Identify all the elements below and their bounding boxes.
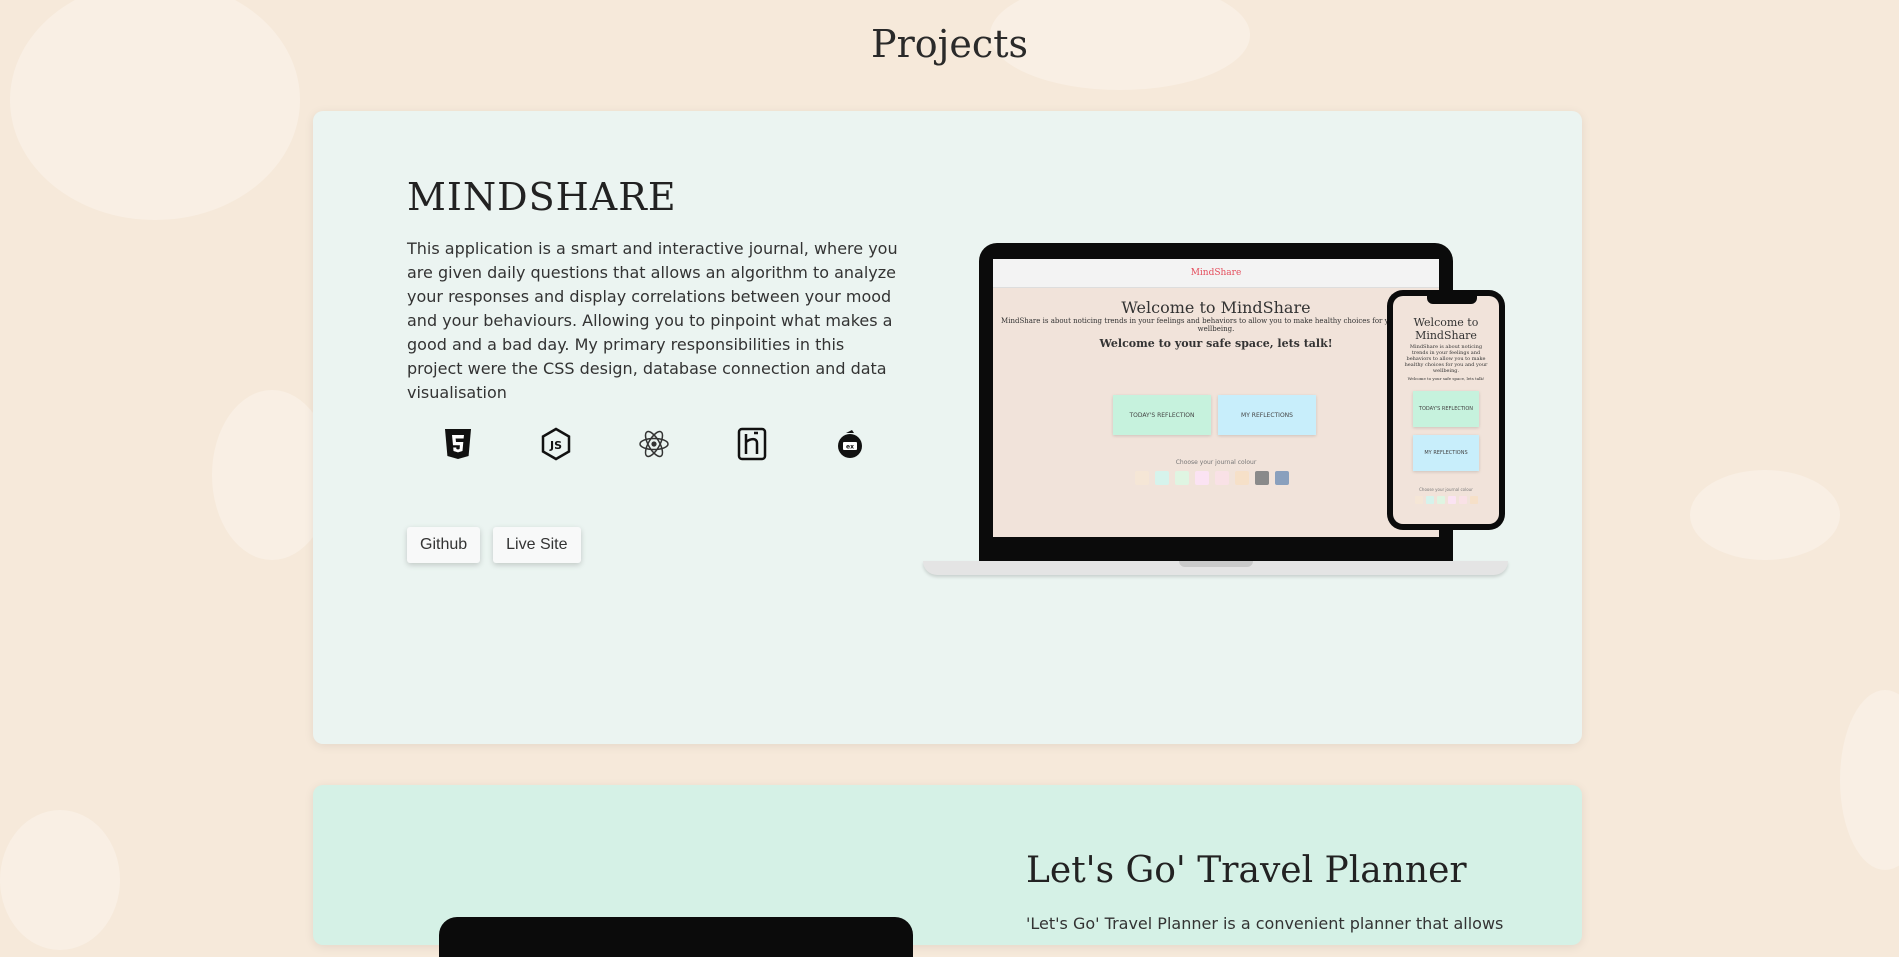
project-card-travel-planner: Let's Go' Travel Planner 'Let's Go' Trav… xyxy=(313,785,1582,957)
phone-mockup-choose-colour: Choose your journal colour xyxy=(1419,487,1473,492)
react-icon xyxy=(637,427,671,461)
colour-swatch xyxy=(1155,471,1169,485)
mockup-subtext: MindShare is about noticing trends in yo… xyxy=(1001,317,1431,333)
phone-notch xyxy=(1427,296,1477,304)
mockup-reflections-button: MY REFLECTIONS xyxy=(1218,395,1316,435)
colour-swatch xyxy=(1175,471,1189,485)
phone-mockup-subtext: MindShare is about noticing trends in yo… xyxy=(1404,344,1488,374)
project-card-mindshare: MINDSHARE This application is a smart an… xyxy=(313,111,1582,744)
mockup-heading: Welcome to MindShare xyxy=(1121,298,1311,317)
phone-mockup-reflection-button: TODAY'S REFLECTION xyxy=(1413,391,1479,427)
bg-blob xyxy=(1840,690,1899,870)
mockup-tagline: Welcome to your safe space, lets talk! xyxy=(1099,337,1333,350)
colour-swatch xyxy=(1215,471,1229,485)
laptop-notch xyxy=(1179,561,1253,567)
mockup-reflection-button: TODAY'S REFLECTION xyxy=(1113,395,1211,435)
colour-swatch xyxy=(1195,471,1209,485)
colour-swatch xyxy=(1469,496,1478,504)
heroku-icon xyxy=(735,427,769,461)
tech-stack: JS ex xyxy=(441,427,867,461)
phone-mockup-reflections-button: MY REFLECTIONS xyxy=(1413,435,1479,471)
laptop-mockup xyxy=(439,917,913,957)
phone-mockup-tagline: Welcome to your safe space, lets talk! xyxy=(1407,376,1485,381)
svg-text:JS: JS xyxy=(549,439,562,452)
project-title: Let's Go' Travel Planner xyxy=(1026,850,1467,891)
colour-swatch xyxy=(1235,471,1249,485)
github-button[interactable]: Github xyxy=(407,527,481,563)
colour-swatch xyxy=(1458,496,1467,504)
colour-swatch xyxy=(1436,496,1445,504)
live-site-button[interactable]: Live Site xyxy=(493,527,581,563)
express-icon: ex xyxy=(833,427,867,461)
colour-swatch xyxy=(1275,471,1289,485)
project-description: 'Let's Go' Travel Planner is a convenien… xyxy=(1026,914,1504,933)
phone-screen: Welcome to MindShare MindShare is about … xyxy=(1393,296,1499,524)
mockup-nav-brand: MindShare xyxy=(993,259,1439,288)
project-title: MINDSHARE xyxy=(407,175,677,219)
colour-swatch xyxy=(1255,471,1269,485)
bg-blob xyxy=(1690,470,1840,560)
project-description: This application is a smart and interact… xyxy=(407,239,898,402)
laptop-screen: MindShare Welcome to MindShare MindShare… xyxy=(993,259,1439,537)
mockup-choose-colour: Choose your journal colour xyxy=(1175,459,1257,466)
html5-icon xyxy=(441,427,475,461)
colour-swatch xyxy=(1135,471,1149,485)
mockup-buttons: TODAY'S REFLECTION MY REFLECTIONS xyxy=(1113,395,1316,435)
phone-mockup-swatches xyxy=(1393,496,1499,504)
colour-swatch xyxy=(1414,496,1423,504)
project-links: Github Live Site xyxy=(407,527,581,563)
nodejs-icon: JS xyxy=(539,427,573,461)
phone-mockup-heading: Welcome to MindShare xyxy=(1413,316,1479,342)
svg-text:ex: ex xyxy=(846,444,854,451)
mockup-swatches xyxy=(1135,471,1289,485)
page-title: Projects xyxy=(871,22,1028,66)
colour-swatch xyxy=(1447,496,1456,504)
colour-swatch xyxy=(1425,496,1434,504)
phone-mockup: Welcome to MindShare MindShare is about … xyxy=(1387,290,1505,530)
bg-blob xyxy=(0,810,120,950)
laptop-frame: MindShare Welcome to MindShare MindShare… xyxy=(979,243,1453,561)
